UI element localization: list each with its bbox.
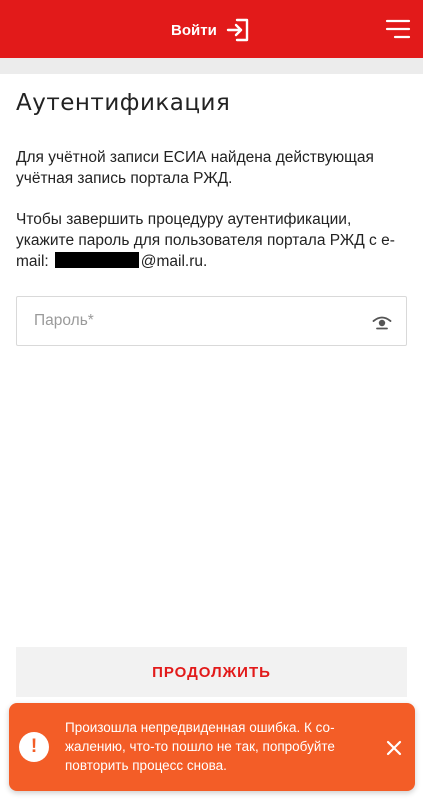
password-field bbox=[16, 296, 407, 346]
header-divider bbox=[0, 58, 423, 74]
eye-icon[interactable] bbox=[372, 313, 392, 331]
password-input[interactable] bbox=[17, 297, 406, 345]
redacted-email bbox=[54, 252, 139, 268]
close-icon[interactable] bbox=[386, 740, 402, 756]
page-title: Аутентификация bbox=[16, 90, 231, 116]
info-paragraph-esia: Для учётной записи ЕСИА найдена действую… bbox=[16, 149, 374, 187]
exclamation-icon: ! bbox=[19, 732, 49, 762]
login-button[interactable]: Войти bbox=[171, 15, 251, 45]
error-toast: ! Произошла непредвиденная ошибка. К со-… bbox=[9, 703, 415, 791]
toast-message: Произошла непредвиденная ошибка. К со-жа… bbox=[65, 720, 335, 773]
hamburger-menu-icon[interactable] bbox=[385, 18, 411, 40]
login-label: Войти bbox=[171, 21, 217, 39]
email-domain: @mail.ru. bbox=[140, 253, 208, 270]
login-arrow-icon bbox=[225, 17, 251, 43]
continue-button[interactable]: ПРОДОЛЖИТЬ bbox=[16, 647, 407, 697]
top-bar: Войти bbox=[0, 0, 423, 58]
info-paragraph-password: Чтобы завершить процедуру аутентификации… bbox=[16, 209, 411, 272]
